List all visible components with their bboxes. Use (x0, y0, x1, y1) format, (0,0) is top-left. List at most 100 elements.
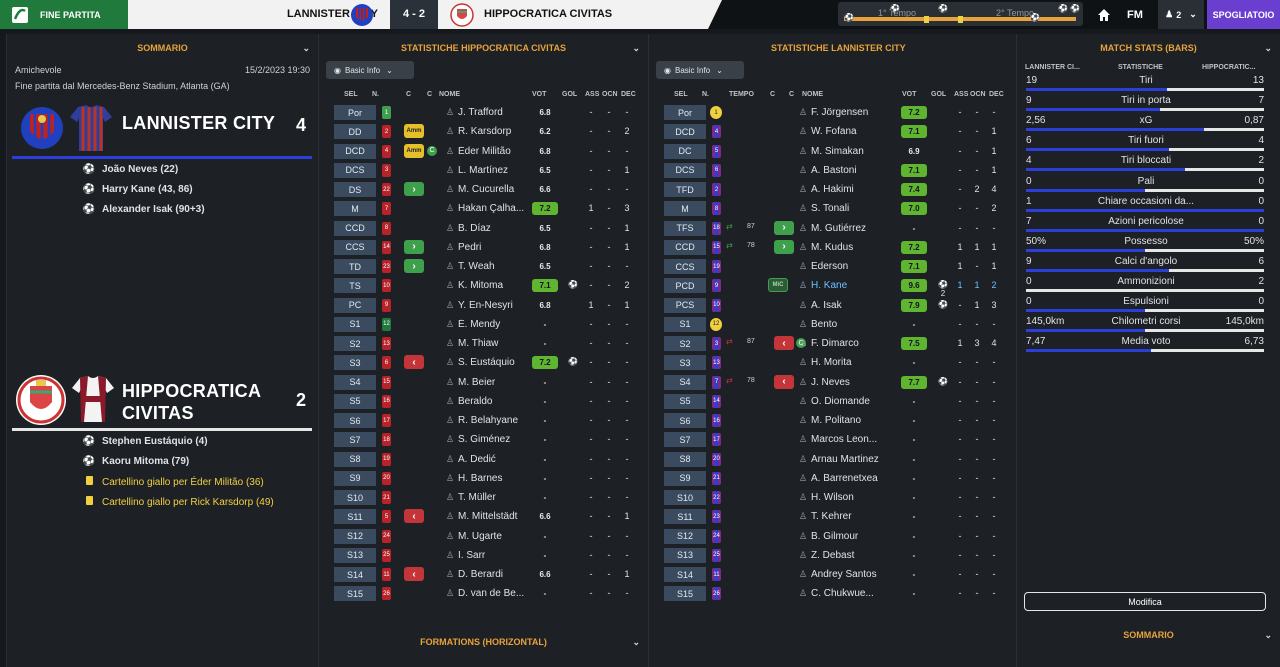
position-button[interactable]: S5 (664, 393, 706, 409)
col-vot[interactable]: VOT (902, 91, 916, 98)
player-name[interactable]: F. Dimarco (811, 338, 893, 349)
player-name[interactable]: C. Chukwue... (811, 588, 893, 599)
player-name[interactable]: H. Wilson (811, 492, 893, 503)
player-row[interactable]: DCS 6 ♙ A. Bastoni 7.1 - - 1 (656, 161, 997, 180)
col-name[interactable]: NOME (439, 91, 460, 98)
position-button[interactable]: DD (334, 124, 376, 140)
position-button[interactable]: S8 (664, 451, 706, 467)
view-selector-away[interactable]: ◉ Basic Info ⌄ (326, 61, 414, 79)
player-row[interactable]: Por 1 ♙ F. Jörgensen 7.2 - - - (656, 103, 996, 122)
position-button[interactable]: S7 (664, 432, 706, 448)
position-button[interactable]: CCS (334, 239, 376, 255)
player-name[interactable]: K. Mitoma (458, 280, 540, 291)
position-button[interactable]: S8 (334, 451, 376, 467)
player-name[interactable]: F. Jörgensen (811, 107, 893, 118)
player-name[interactable]: M. Politano (811, 415, 893, 426)
position-button[interactable]: S12 (664, 528, 706, 544)
position-button[interactable]: S14 (664, 567, 706, 582)
player-name[interactable]: O. Diomande (811, 396, 893, 407)
home-team-title[interactable]: LANNISTER CITY (122, 113, 275, 134)
player-name[interactable]: M. Mittelstädt (458, 511, 540, 522)
player-row[interactable]: S8 20 ♙ Arnau Martinez - - - - (656, 450, 996, 469)
player-name[interactable]: I. Sarr (458, 550, 540, 561)
position-button[interactable]: S3 (664, 355, 706, 371)
position-button[interactable]: S2 (664, 336, 706, 351)
player-name[interactable]: A. Dedić (458, 454, 540, 465)
player-name[interactable]: D. van de Be... (458, 588, 540, 599)
fm-menu-button[interactable]: FM (1120, 0, 1150, 29)
player-name[interactable]: Z. Debast (811, 550, 893, 561)
player-row[interactable]: DS 22 › ♙ M. Cucurella 6.6 - - - (326, 180, 640, 199)
player-name[interactable]: T. Müller (458, 492, 540, 503)
player-name[interactable]: R. Karsdorp (458, 126, 540, 137)
home-goal-event[interactable]: ⚽ João Neves (22) (82, 164, 178, 175)
position-button[interactable]: TFS (664, 220, 706, 236)
player-row[interactable]: S7 18 ♙ S. Giménez - - - - (326, 430, 640, 449)
player-row[interactable]: TD 23 › ♙ T. Weah 6.5 - - - (326, 257, 640, 276)
position-button[interactable]: S12 (334, 528, 376, 544)
player-name[interactable]: A. Isak (811, 300, 893, 311)
player-row[interactable]: S6 16 ♙ M. Politano - - - - (656, 411, 996, 430)
player-row[interactable]: S2 13 ♙ M. Thiaw - - - - (326, 334, 640, 353)
home-goal-event[interactable]: ⚽ Harry Kane (43, 86) (82, 184, 193, 195)
position-button[interactable]: S1 (334, 316, 376, 332)
col-c2[interactable]: C (789, 91, 794, 98)
col-vot[interactable]: VOT (532, 91, 546, 98)
player-row[interactable]: S14 11 ‹ ♙ D. Berardi 6.6 - - 1 (326, 565, 640, 584)
modify-button[interactable]: Modifica (1024, 592, 1266, 611)
player-row[interactable]: S7 17 ♙ Marcos Leon... - - - - (656, 430, 996, 449)
col-ocn[interactable]: OCN (602, 91, 618, 98)
player-row[interactable]: DCS 3 ♙ L. Martínez 6.5 - - 1 (326, 161, 640, 180)
position-button[interactable]: Por (334, 105, 376, 120)
player-row[interactable]: DD 2 Amm ♙ R. Karsdorp 6.2 - - 2 (326, 122, 640, 141)
col-ass[interactable]: ASS (585, 91, 599, 98)
player-row[interactable]: S13 25 ♙ Z. Debast - - - - (656, 546, 996, 565)
position-button[interactable]: DCD (334, 143, 376, 159)
yellow-card-event[interactable]: Cartellino giallo per Rick Karsdorp (49) (82, 496, 274, 508)
player-name[interactable]: H. Kane (811, 280, 893, 291)
player-name[interactable]: M. Ugarte (458, 531, 540, 542)
col-gol[interactable]: GOL (562, 91, 577, 98)
formations-header[interactable]: FORMATIONS (HORIZONTAL) ⌄ (319, 631, 648, 653)
player-name[interactable]: Marcos Leon... (811, 434, 893, 445)
position-button[interactable]: S7 (334, 432, 376, 448)
position-button[interactable]: S6 (664, 413, 706, 428)
position-button[interactable]: PCD (664, 278, 706, 294)
player-name[interactable]: T. Weah (458, 261, 540, 272)
position-button[interactable]: PCS (664, 297, 706, 313)
col-ass[interactable]: ASS (954, 91, 968, 98)
player-row[interactable]: DC 5 ♙ M. Simakan 6.9 - - 1 (656, 142, 997, 161)
position-button[interactable]: DS (334, 182, 376, 197)
position-button[interactable]: M (334, 201, 376, 217)
player-name[interactable]: A. Barrenetxea (811, 473, 893, 484)
chevron-down-icon[interactable]: ⌄ (302, 43, 310, 54)
position-button[interactable]: S11 (664, 509, 706, 525)
player-name[interactable]: Arnau Martinez (811, 454, 893, 465)
player-row[interactable]: S9 21 ♙ A. Barrenetxea - - - - (656, 469, 996, 488)
col-c2[interactable]: C (427, 91, 432, 98)
player-name[interactable]: S. Tonali (811, 203, 893, 214)
position-button[interactable]: S4 (334, 374, 376, 390)
player-name[interactable]: M. Beier (458, 377, 540, 388)
players-menu-button[interactable]: ♟ 2 ⌄ (1158, 0, 1204, 29)
position-button[interactable]: S2 (334, 336, 376, 351)
player-row[interactable]: S12 24 ♙ M. Ugarte - - - - (326, 527, 640, 546)
player-name[interactable]: M. Simakan (811, 146, 893, 157)
match-timeline[interactable]: 1° Tempo 2° Tempo ⚽ ⚽ ⚽ ⚽ ⚽ ⚽ (838, 2, 1083, 26)
position-button[interactable]: PC (334, 297, 376, 313)
position-button[interactable]: S10 (334, 490, 376, 505)
player-name[interactable]: A. Bastoni (811, 165, 893, 176)
player-row[interactable]: S6 17 ♙ R. Belahyane - - - - (326, 411, 640, 430)
player-row[interactable]: CCS 14 › ♙ Pedri 6.8 - - 1 (326, 238, 640, 257)
player-row[interactable]: CCS 19 ♙ Ederson 7.1 1 - 1 (656, 257, 997, 276)
position-button[interactable]: CCD (334, 220, 376, 236)
dressing-room-button[interactable]: SPOGLIATOIO (1207, 0, 1280, 29)
player-row[interactable]: S10 21 ♙ T. Müller - - - - (326, 488, 640, 507)
player-name[interactable]: J. Trafford (458, 107, 540, 118)
position-button[interactable]: DC (664, 143, 706, 159)
player-row[interactable]: S15 26 ♙ C. Chukwue... - - - - (656, 584, 996, 603)
position-button[interactable]: S15 (664, 586, 706, 602)
col-tempo[interactable]: TEMPO (729, 91, 754, 98)
player-name[interactable]: S. Giménez (458, 434, 540, 445)
position-button[interactable]: CCS (664, 259, 706, 274)
